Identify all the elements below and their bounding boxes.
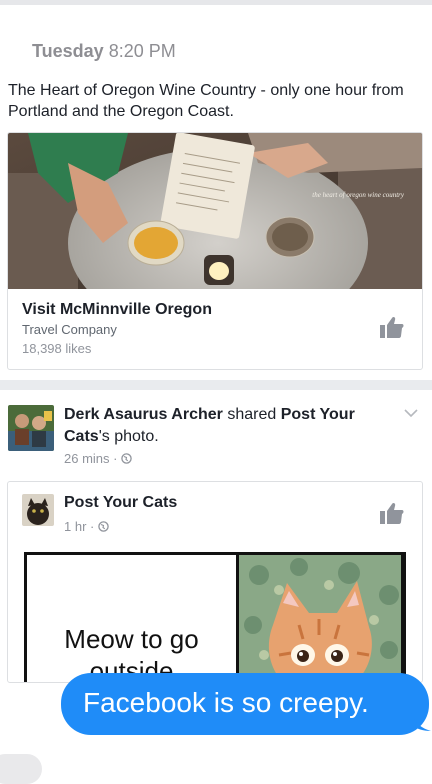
- shared-post-time[interactable]: 1 hr: [64, 519, 86, 534]
- timestamp-time: 8:20 PM: [108, 41, 176, 61]
- shared-verb: shared: [227, 406, 277, 423]
- bubble-tail: [411, 713, 431, 731]
- shared-page-name[interactable]: Post Your Cats: [64, 494, 177, 512]
- page-avatar[interactable]: [22, 494, 54, 526]
- incoming-bubble-edge: [0, 754, 42, 784]
- shared-post-card[interactable]: Post Your Cats 1 hr · Meow to go outside: [7, 481, 423, 683]
- globe-icon: [98, 521, 109, 532]
- ad-card[interactable]: the heart of oregon wine country Visit M…: [7, 132, 423, 370]
- ad-text: The Heart of Oregon Wine Country - only …: [8, 82, 404, 120]
- bottom-area: [0, 750, 432, 768]
- like-thumb-icon[interactable]: [380, 316, 404, 338]
- message-timestamp: Tuesday 8:20 PM: [32, 41, 176, 62]
- imessage-bubble[interactable]: Facebook is so creepy.: [61, 673, 431, 735]
- author-avatar[interactable]: [8, 405, 54, 451]
- post-suffix: 's photo.: [98, 428, 159, 445]
- top-edge: [0, 0, 432, 5]
- like-thumb-icon[interactable]: [380, 502, 404, 524]
- meme-text-panel: Meow to go outside: [27, 555, 236, 682]
- imessage-text: Facebook is so creepy.: [83, 687, 369, 718]
- post-meta: 26 mins ·: [64, 451, 132, 466]
- ad-category: Travel Company: [22, 322, 117, 337]
- timestamp-day: Tuesday: [32, 41, 104, 61]
- post-header: Derk Asaurus Archer shared Post Your Cat…: [64, 404, 384, 448]
- meme-image[interactable]: Meow to go outside: [24, 552, 406, 682]
- ad-photo[interactable]: [8, 133, 422, 289]
- post-author[interactable]: Derk Asaurus Archer: [64, 406, 223, 423]
- ad-page-name[interactable]: Visit McMinnville Oregon: [22, 301, 212, 319]
- feed-divider: [0, 380, 432, 390]
- chevron-down-icon[interactable]: [404, 408, 418, 418]
- ad-likes-count: 18,398 likes: [22, 341, 92, 356]
- meme-cat-illustration: [239, 555, 401, 682]
- ad-image-caption: the heart of oregon wine country: [312, 191, 404, 199]
- globe-icon: [121, 453, 132, 464]
- shared-post-meta: 1 hr ·: [64, 519, 109, 534]
- post-time[interactable]: 26 mins: [64, 451, 110, 466]
